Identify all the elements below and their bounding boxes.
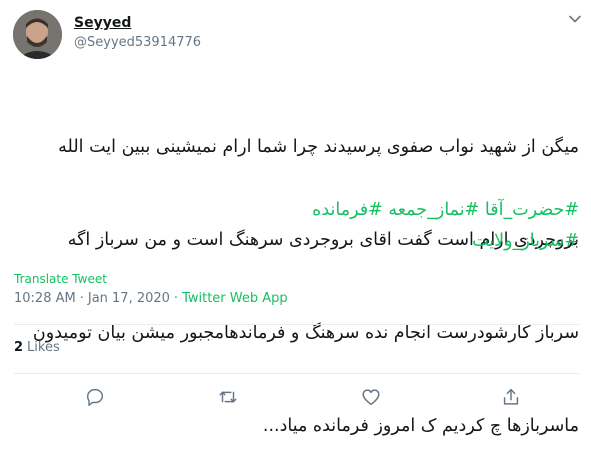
action-bar	[0, 384, 591, 410]
meta-separator: ·	[79, 291, 84, 306]
hashtag-link[interactable]: #نماز_جمعه	[388, 200, 479, 220]
divider	[14, 373, 579, 374]
meta-separator: ·	[173, 291, 179, 306]
retweet-icon[interactable]	[217, 386, 239, 408]
hashtag-line: #حضرت_آقا #نماز_جمعه #فرمانده	[14, 195, 579, 226]
hashtag-line: #سرباز_ولایت	[14, 226, 579, 257]
translate-tweet-link[interactable]: Translate Tweet	[14, 272, 107, 286]
tweet-meta: 10:28 AM · Jan 17, 2020 · Twitter Web App	[14, 291, 288, 306]
tweet-date[interactable]: Jan 17, 2020	[88, 291, 170, 306]
likes-stat[interactable]: 2 Likes	[14, 340, 60, 355]
avatar-image	[13, 10, 62, 59]
hashtag-link[interactable]: #فرمانده	[312, 200, 383, 220]
reply-icon[interactable]	[84, 386, 106, 408]
avatar[interactable]	[13, 10, 62, 59]
user-info: Seyyed @Seyyed53914776	[74, 14, 201, 52]
chevron-down-icon[interactable]	[568, 12, 582, 26]
tweet-time[interactable]: 10:28 AM	[14, 291, 76, 306]
likes-count: 2	[14, 340, 24, 355]
tweet-text-line: میگن از شهید نواب صفوی پرسیدند چرا شما ا…	[58, 137, 579, 157]
hashtag-link[interactable]: #حضرت_آقا	[485, 200, 579, 220]
heart-icon[interactable]	[360, 386, 382, 408]
divider	[14, 324, 579, 325]
display-name[interactable]: Seyyed	[74, 14, 201, 32]
likes-label: Likes	[27, 340, 60, 355]
source-app-link[interactable]: Twitter Web App	[182, 291, 288, 306]
tweet-text-line: سرباز کارشودرست انجام نده سرهنگ و فرماند…	[32, 323, 579, 343]
user-handle[interactable]: @Seyyed53914776	[74, 34, 201, 52]
hashtags: #حضرت_آقا #نماز_جمعه #فرمانده #سرباز_ولا…	[14, 195, 579, 257]
tweet-text-line: ماسربازها چ کردیم ک امروز فرمانده میاد..…	[262, 416, 579, 436]
share-icon[interactable]	[500, 386, 522, 408]
hashtag-link[interactable]: #سرباز_ولایت	[472, 231, 579, 251]
